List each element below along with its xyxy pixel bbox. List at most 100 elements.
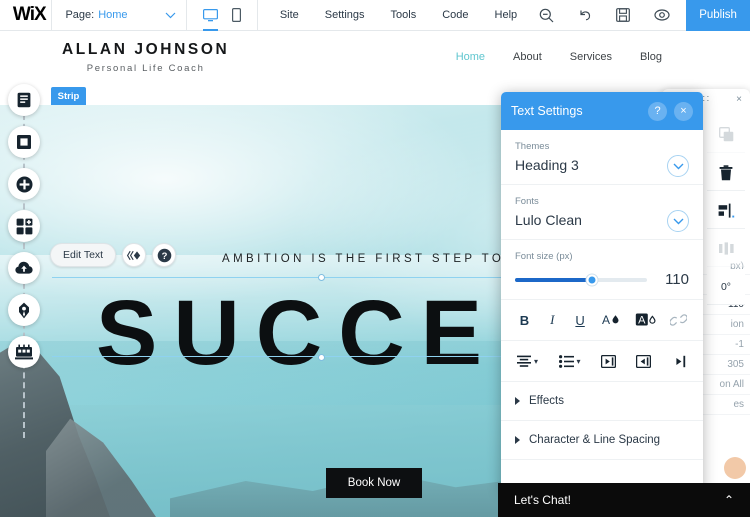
brand-name: ALLAN JOHNSON — [62, 41, 230, 58]
drag-handle-icon[interactable]: ∷ — [703, 94, 709, 105]
book-now-button[interactable]: Book Now — [326, 468, 422, 498]
avatar — [724, 457, 746, 479]
menu-tools[interactable]: Tools — [391, 9, 417, 21]
element-edit-toolbar: Edit Text ? — [50, 243, 177, 267]
fonts-value: Lulo Clean — [515, 212, 582, 228]
italic-icon[interactable]: I — [545, 311, 560, 329]
svg-text:?: ? — [161, 251, 167, 262]
help-icon[interactable]: ? — [152, 243, 177, 267]
page-selector[interactable]: Page: Home — [51, 0, 186, 31]
chevron-down-icon[interactable] — [667, 210, 689, 232]
selection-handle-top[interactable] — [318, 274, 325, 281]
character-line-spacing-section[interactable]: Character & Line Spacing — [501, 421, 703, 460]
bullet-list-icon[interactable]: ▾ — [558, 352, 581, 370]
text-align-icon[interactable]: ▾ — [517, 352, 538, 370]
desktop-view-button[interactable] — [202, 0, 218, 31]
add-apps-icon[interactable] — [8, 210, 40, 242]
triangle-right-icon — [515, 397, 520, 405]
chevron-down-icon: ▾ — [576, 356, 581, 366]
chevron-down-icon — [165, 12, 176, 19]
increase-indent-icon[interactable] — [636, 352, 652, 370]
strip-label-tab[interactable]: Strip — [51, 87, 86, 105]
svg-text:A: A — [638, 315, 646, 327]
menu-help[interactable]: Help — [495, 9, 518, 21]
panel-title: Text Settings — [511, 104, 583, 118]
wix-logo[interactable]: WiX — [0, 4, 51, 26]
hero-tagline[interactable]: AMBITION IS THE FIRST STEP TOWAR — [222, 253, 541, 265]
effects-section[interactable]: Effects — [501, 382, 703, 421]
editor-tool-buttons — [539, 8, 686, 23]
site-header[interactable]: ALLAN JOHNSON Personal Life Coach Home A… — [0, 31, 750, 87]
text-highlight-icon[interactable]: A — [635, 311, 657, 329]
decrease-indent-icon[interactable] — [601, 352, 616, 370]
mobile-icon — [231, 8, 241, 22]
text-format-row-secondary: ▾ ▾ — [501, 341, 703, 382]
bold-icon[interactable]: B — [517, 311, 532, 329]
font-size-value[interactable]: 110 — [657, 271, 689, 288]
save-icon[interactable] — [616, 8, 631, 22]
chat-bar[interactable]: Let's Chat! ⌃ — [498, 483, 750, 517]
triangle-right-icon — [515, 436, 520, 444]
underline-icon[interactable]: U — [573, 311, 588, 329]
desktop-icon — [202, 8, 218, 22]
delete-icon[interactable] — [707, 155, 745, 191]
slider-fill — [515, 277, 592, 282]
close-icon[interactable]: × — [736, 94, 742, 105]
hero-headline[interactable]: SUCCE — [96, 287, 498, 379]
menu-settings[interactable]: Settings — [325, 9, 365, 21]
fonts-section[interactable]: Fonts Lulo Clean — [501, 185, 703, 240]
align-icon[interactable] — [707, 193, 745, 229]
blog-icon[interactable] — [8, 294, 40, 326]
rotation-value[interactable]: 0° — [707, 269, 745, 305]
selection-handle-bottom[interactable] — [318, 354, 325, 361]
menu-code[interactable]: Code — [442, 9, 468, 21]
text-color-icon[interactable]: A — [600, 311, 622, 329]
svg-text:A: A — [602, 313, 610, 327]
nav-item-about[interactable]: About — [513, 51, 542, 63]
undo-icon[interactable] — [578, 8, 592, 22]
site-brand: ALLAN JOHNSON Personal Life Coach — [62, 41, 229, 74]
themes-section[interactable]: Themes Heading 3 — [501, 130, 703, 185]
link-icon[interactable] — [669, 311, 687, 329]
nav-item-services[interactable]: Services — [570, 51, 612, 63]
element-action-rail: 0° — [706, 117, 746, 305]
close-icon[interactable]: × — [674, 101, 693, 121]
nav-item-blog[interactable]: Blog — [640, 51, 662, 63]
duplicate-icon[interactable] — [707, 117, 745, 153]
text-settings-body: Themes Heading 3 Fonts Lulo Clean Font s… — [501, 130, 703, 492]
spacing-label: Character & Line Spacing — [529, 434, 661, 446]
help-icon[interactable]: ? — [648, 101, 667, 121]
themes-value: Heading 3 — [515, 157, 579, 173]
font-size-control: 110 — [515, 271, 689, 288]
background-icon[interactable] — [8, 126, 40, 158]
publish-button[interactable]: Publish — [686, 0, 750, 31]
font-size-slider[interactable] — [515, 274, 647, 285]
editor-top-bar: WiX Page: Home Site Settings Tools Code … — [0, 0, 750, 31]
brand-tagline: Personal Life Coach — [86, 63, 205, 74]
text-format-row-primary: B I U A A — [501, 300, 703, 341]
nav-item-home[interactable]: Home — [456, 51, 485, 63]
bookings-icon[interactable] — [8, 336, 40, 368]
my-uploads-icon[interactable] — [8, 252, 40, 284]
preview-icon[interactable] — [654, 8, 670, 22]
effects-label: Effects — [529, 395, 564, 407]
font-size-label: Font size (px) — [515, 251, 573, 262]
menu-site[interactable]: Site — [280, 9, 299, 21]
chevron-up-icon[interactable]: ⌃ — [724, 493, 734, 507]
add-icon[interactable] — [8, 168, 40, 200]
device-switcher — [187, 0, 257, 31]
slider-thumb[interactable] — [586, 274, 598, 285]
chevron-down-icon[interactable] — [667, 155, 689, 177]
editor-menu-bar: Site Settings Tools Code Help — [258, 9, 539, 21]
text-settings-header: Text Settings ? × — [501, 92, 703, 130]
menus-and-pages-icon[interactable] — [8, 84, 40, 116]
zoom-out-icon[interactable] — [539, 8, 554, 23]
text-direction-icon[interactable] — [672, 352, 687, 370]
mobile-view-button[interactable] — [231, 0, 241, 31]
edit-text-button[interactable]: Edit Text — [50, 243, 117, 267]
fonts-label: Fonts — [515, 196, 539, 207]
left-sidebar — [6, 84, 42, 438]
site-navigation: Home About Services Blog — [456, 51, 662, 63]
distribute-icon[interactable] — [707, 231, 745, 267]
animation-icon[interactable] — [122, 243, 147, 267]
